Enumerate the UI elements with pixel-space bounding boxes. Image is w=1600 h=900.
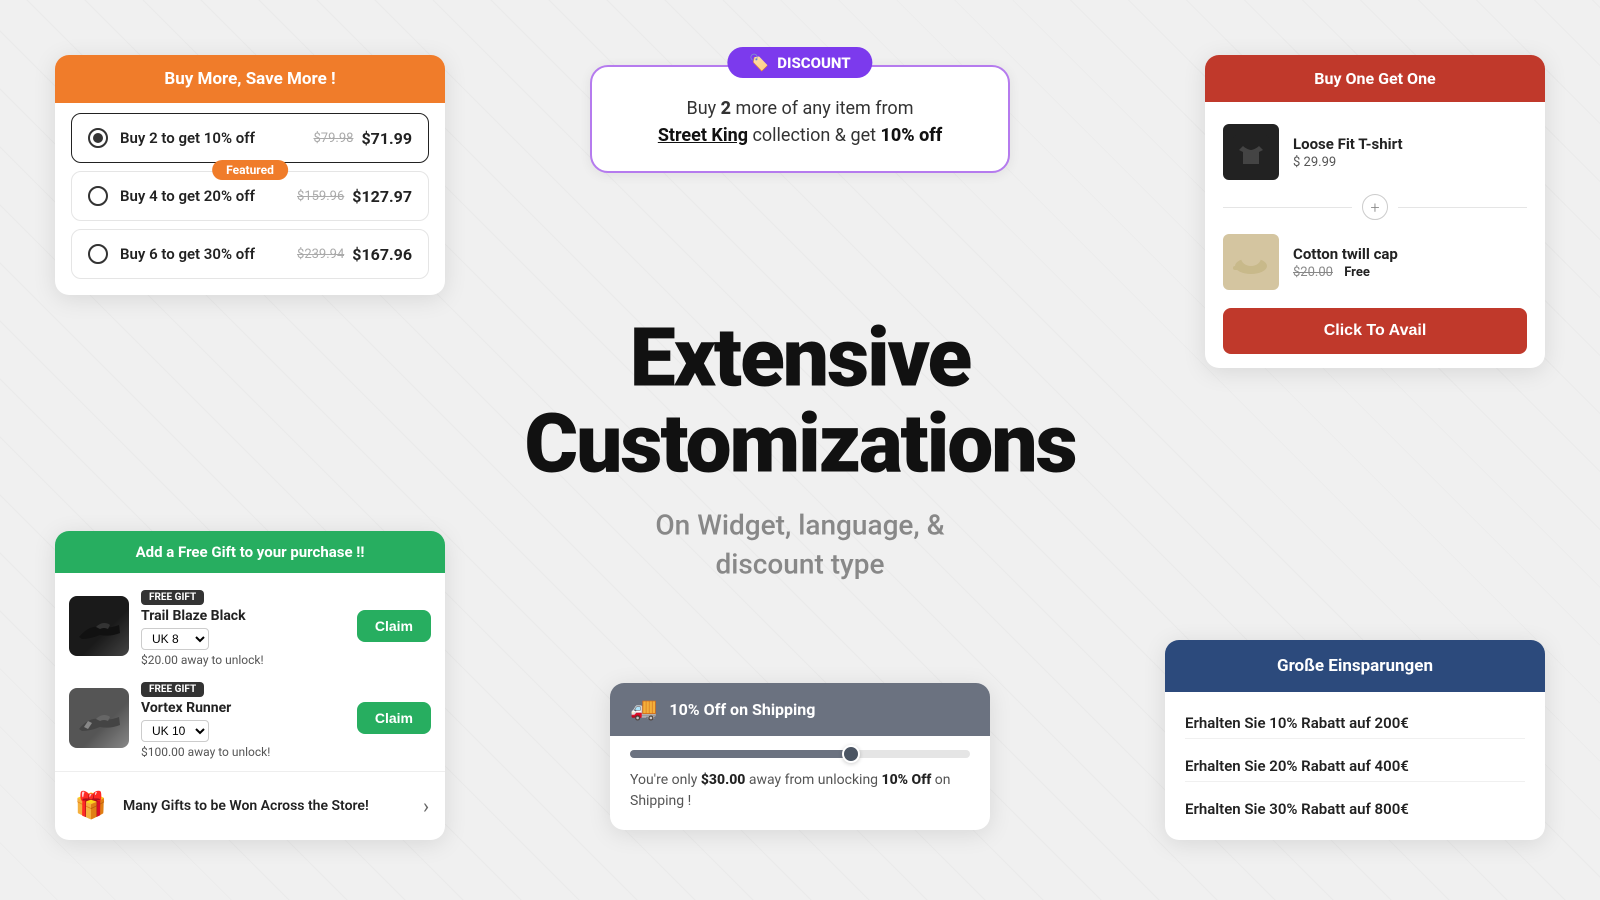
bogo-item2-price: $20.00 Free [1293, 265, 1398, 280]
option-label-1: Buy 2 to get 10% off [120, 129, 313, 147]
gift-item2-claim[interactable]: Claim [357, 702, 431, 734]
page-container: Extensive Customizations On Widget, lang… [0, 0, 1600, 900]
gift-item2-unlock: $100.00 away to unlock! [141, 745, 345, 759]
german-options: Erhalten Sie 10% Rabatt auf 200€ Erhalte… [1165, 692, 1545, 840]
widget-free-gift: Add a Free Gift to your purchase !! FREE… [55, 531, 445, 840]
discount-amount: 10% off [880, 125, 942, 146]
widget-buy-more: Buy More, Save More ! Buy 2 to get 10% o… [55, 55, 445, 295]
gift-footer[interactable]: 🎁 Many Gifts to be Won Across the Store!… [55, 771, 445, 840]
shipping-title: 10% Off on Shipping [669, 700, 815, 719]
bogo-item-1: Loose Fit T-shirt $ 29.99 [1223, 116, 1527, 188]
featured-badge: Featured [212, 160, 288, 180]
german-option-1: Erhalten Sie 10% Rabatt auf 200€ [1185, 708, 1525, 739]
buy-more-option-1[interactable]: Buy 2 to get 10% off $79.98 $71.99 [71, 113, 429, 163]
gift-item2-variant[interactable]: UK 10 UK 8 UK 9 [141, 720, 209, 742]
bogo-item1-info: Loose Fit T-shirt $ 29.99 [1293, 135, 1403, 170]
discounted-price-1: $71.99 [361, 129, 412, 148]
discount-badge-label: DISCOUNT [777, 54, 850, 72]
buy-more-option-2[interactable]: Featured Buy 4 to get 20% off $159.96 $1… [71, 171, 429, 221]
bogo-item2-original: $20.00 [1293, 265, 1333, 280]
shipping-header: 🚚 10% Off on Shipping [610, 683, 990, 736]
bogo-item2-free: Free [1344, 265, 1370, 280]
gift-item1-info: FREE GIFT Trail Blaze Black UK 8 UK 9 UK… [141, 585, 345, 667]
gift-item1-unlock: $20.00 away to unlock! [141, 653, 345, 667]
progress-fill [630, 750, 851, 758]
radio-2 [88, 186, 108, 206]
bogo-item2-info: Cotton twill cap $20.00 Free [1293, 245, 1398, 280]
discount-qty: 2 [721, 98, 731, 119]
original-price-3: $239.94 [297, 247, 344, 262]
prices-2: $159.96 $127.97 [297, 187, 412, 206]
gift-box-icon: 🎁 [71, 786, 111, 826]
gift-item2-info: FREE GIFT Vortex Runner UK 10 UK 8 UK 9 … [141, 677, 345, 759]
tag-icon: 🏷️ [749, 53, 769, 72]
truck-icon: 🚚 [630, 697, 657, 722]
bogo-item1-name: Loose Fit T-shirt [1293, 135, 1403, 153]
bogo-item2-image [1223, 234, 1279, 290]
buy-more-options: Buy 2 to get 10% off $79.98 $71.99 Featu… [55, 103, 445, 295]
gift-footer-info: 🎁 Many Gifts to be Won Across the Store! [71, 786, 369, 826]
gift-item-2: FREE GIFT Vortex Runner UK 10 UK 8 UK 9 … [69, 677, 431, 759]
original-price-2: $159.96 [297, 189, 344, 204]
radio-3 [88, 244, 108, 264]
divider-line-right [1398, 207, 1527, 208]
widget-german: Große Einsparungen Erhalten Sie 10% Raba… [1165, 640, 1545, 840]
prices-1: $79.98 $71.99 [313, 129, 412, 148]
shipping-body: You're only $30.00 away from unlocking 1… [610, 736, 990, 830]
gift-item2-image [69, 688, 129, 748]
hero-subtitle: On Widget, language, &discount type [400, 506, 1200, 584]
gift-badge-2: FREE GIFT [141, 682, 204, 697]
shipping-desc: You're only $30.00 away from unlocking 1… [630, 770, 970, 812]
buy-more-header: Buy More, Save More ! [55, 55, 445, 103]
buy-more-option-3[interactable]: Buy 6 to get 30% off $239.94 $167.96 [71, 229, 429, 279]
progress-handle[interactable] [842, 745, 860, 763]
progress-track [630, 750, 970, 758]
bogo-divider: + [1223, 194, 1527, 220]
shipping-amount: $30.00 [701, 772, 746, 788]
widget-bogo: Buy One Get One Loose Fit T-shirt $ 29.9… [1205, 55, 1545, 368]
gift-item1-variant[interactable]: UK 8 UK 9 UK 10 [141, 628, 209, 650]
chevron-right-icon: › [423, 794, 429, 818]
bogo-item1-image [1223, 124, 1279, 180]
option-label-3: Buy 6 to get 30% off [120, 245, 297, 263]
plus-icon: + [1362, 194, 1388, 220]
divider-line-left [1223, 207, 1352, 208]
discount-text: Buy 2 more of any item from Street King … [622, 95, 978, 149]
german-option-3: Erhalten Sie 30% Rabatt auf 800€ [1185, 794, 1525, 824]
german-header: Große Einsparungen [1165, 640, 1545, 692]
shipping-discount: 10% Off [882, 772, 932, 788]
bogo-item1-price: $ 29.99 [1293, 155, 1403, 170]
gift-item2-name: Vortex Runner [141, 700, 345, 716]
gift-items: FREE GIFT Trail Blaze Black UK 8 UK 9 UK… [55, 573, 445, 771]
widget-shipping: 🚚 10% Off on Shipping You're only $30.00… [610, 683, 990, 830]
option-label-2: Buy 4 to get 20% off [120, 187, 297, 205]
discounted-price-3: $167.96 [352, 245, 412, 264]
gift-badge-1: FREE GIFT [141, 590, 204, 605]
gift-item1-claim[interactable]: Claim [357, 610, 431, 642]
bogo-header: Buy One Get One [1205, 55, 1545, 102]
discount-badge: 🏷️ DISCOUNT [727, 47, 872, 78]
widget-discount: 🏷️ DISCOUNT Buy 2 more of any item from … [590, 65, 1010, 173]
gift-item1-image [69, 596, 129, 656]
discount-collection: Street King [658, 125, 748, 146]
bogo-item2-name: Cotton twill cap [1293, 245, 1398, 263]
bogo-avail-button[interactable]: Click To Avail [1223, 308, 1527, 354]
bogo-item-2: Cotton twill cap $20.00 Free [1223, 226, 1527, 298]
hero-title: Extensive Customizations [400, 316, 1200, 488]
radio-1 [88, 128, 108, 148]
gift-footer-text: Many Gifts to be Won Across the Store! [123, 798, 369, 814]
free-gift-header: Add a Free Gift to your purchase !! [55, 531, 445, 573]
prices-3: $239.94 $167.96 [297, 245, 412, 264]
original-price-1: $79.98 [313, 131, 353, 146]
gift-item-1: FREE GIFT Trail Blaze Black UK 8 UK 9 UK… [69, 585, 431, 667]
discounted-price-2: $127.97 [352, 187, 412, 206]
german-option-2: Erhalten Sie 20% Rabatt auf 400€ [1185, 751, 1525, 782]
bogo-content: Loose Fit T-shirt $ 29.99 + [1205, 102, 1545, 368]
gift-item1-name: Trail Blaze Black [141, 608, 345, 624]
hero-section: Extensive Customizations On Widget, lang… [400, 316, 1200, 585]
